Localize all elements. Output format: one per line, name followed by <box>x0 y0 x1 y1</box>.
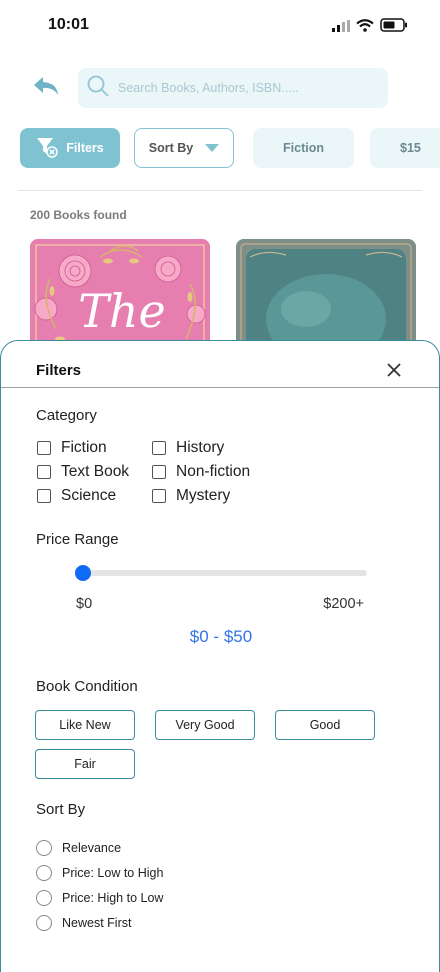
close-icon <box>387 363 401 377</box>
condition-button-good[interactable]: Good <box>275 710 375 740</box>
category-checkbox-text-book[interactable]: Text Book <box>37 462 129 482</box>
checkbox-label: History <box>176 439 225 456</box>
category-checkbox-fiction[interactable]: Fiction <box>37 438 107 458</box>
back-arrow-icon <box>31 74 61 103</box>
checkbox-label: Text Book <box>61 463 130 480</box>
book-cover-title: The <box>78 284 166 338</box>
checkbox[interactable] <box>37 465 51 479</box>
category-checkbox-mystery[interactable]: Mystery <box>152 486 230 506</box>
filters-sheet-title: Filters <box>36 362 82 379</box>
radio-button[interactable] <box>36 840 52 856</box>
price-slider[interactable] <box>74 565 367 581</box>
status-time: 10:01 <box>48 16 89 33</box>
radio-label: Price: Low to High <box>62 866 164 880</box>
status-bar: 10:01 <box>0 0 440 52</box>
wifi-icon <box>356 18 374 37</box>
checkbox-label: Science <box>61 487 117 504</box>
checkbox[interactable] <box>37 489 51 503</box>
status-icons <box>332 18 408 37</box>
checkbox[interactable] <box>152 441 166 455</box>
checkbox[interactable] <box>152 489 166 503</box>
radio-label: Relevance <box>62 841 122 855</box>
filters-sheet-header: Filters <box>1 341 439 388</box>
checkbox-label: Non-fiction <box>176 463 251 480</box>
sort-by-chip-label: Sort By <box>148 141 194 155</box>
sort-option-relevance[interactable]: Relevance <box>36 839 121 857</box>
price-slider-thumb[interactable] <box>74 565 91 581</box>
category-checkbox-science[interactable]: Science <box>37 486 116 506</box>
radio-button[interactable] <box>36 865 52 881</box>
price-range-title: Price Range <box>36 531 119 548</box>
sort-option-newest-first[interactable]: Newest First <box>36 914 131 932</box>
filters-chip[interactable]: Filters <box>20 128 120 168</box>
filter-clear-icon <box>36 136 58 161</box>
book-condition-title: Book Condition <box>36 678 138 695</box>
close-button[interactable] <box>385 361 403 379</box>
back-button[interactable] <box>28 74 64 102</box>
radio-button[interactable] <box>36 890 52 906</box>
fiction-chip-label: Fiction <box>283 141 324 155</box>
radio-label: Price: High to Low <box>62 891 164 905</box>
condition-button-fair[interactable]: Fair <box>35 749 135 779</box>
condition-button-label: Fair <box>74 757 96 771</box>
filters-chip-label: Filters <box>66 141 104 155</box>
results-count: 200 Books found <box>30 208 127 222</box>
filter-chips-row: Filters Sort By Fiction $15 <box>0 128 440 168</box>
search-input[interactable] <box>118 81 378 95</box>
condition-button-like-new[interactable]: Like New <box>35 710 135 740</box>
price-chip-label: $15 <box>400 141 421 155</box>
sort-option-price-low-high[interactable]: Price: Low to High <box>36 864 163 882</box>
divider <box>18 190 422 191</box>
category-checkbox-history[interactable]: History <box>152 438 224 458</box>
radio-button[interactable] <box>36 915 52 931</box>
signal-icon <box>332 19 350 37</box>
price-max-label: $200+ <box>323 596 364 612</box>
checkbox-label: Mystery <box>176 487 231 504</box>
category-checkbox-non-fiction[interactable]: Non-fiction <box>152 462 250 482</box>
category-title: Category <box>36 407 97 424</box>
search-icon <box>86 74 110 103</box>
header-row <box>0 68 440 108</box>
condition-button-very-good[interactable]: Very Good <box>155 710 255 740</box>
sort-by-chip[interactable]: Sort By <box>134 128 234 168</box>
condition-button-label: Very Good <box>175 718 235 732</box>
condition-button-label: Good <box>309 718 341 732</box>
caret-down-icon <box>205 141 220 155</box>
checkbox[interactable] <box>152 465 166 479</box>
price-chip[interactable]: $15 <box>370 128 440 168</box>
search-bar[interactable] <box>78 68 388 108</box>
radio-label: Newest First <box>62 916 132 930</box>
checkbox[interactable] <box>37 441 51 455</box>
price-min-label: $0 <box>76 596 93 612</box>
sort-option-price-high-low[interactable]: Price: High to Low <box>36 889 163 907</box>
condition-button-label: Like New <box>59 718 111 732</box>
checkbox-label: Fiction <box>61 439 107 456</box>
sort-by-title: Sort By <box>36 801 86 818</box>
fiction-chip[interactable]: Fiction <box>253 128 354 168</box>
filters-sheet: Filters Category Fiction Text Book Scien… <box>0 340 440 972</box>
battery-icon <box>380 18 408 37</box>
price-selected-range: $0 - $50 <box>189 627 253 646</box>
